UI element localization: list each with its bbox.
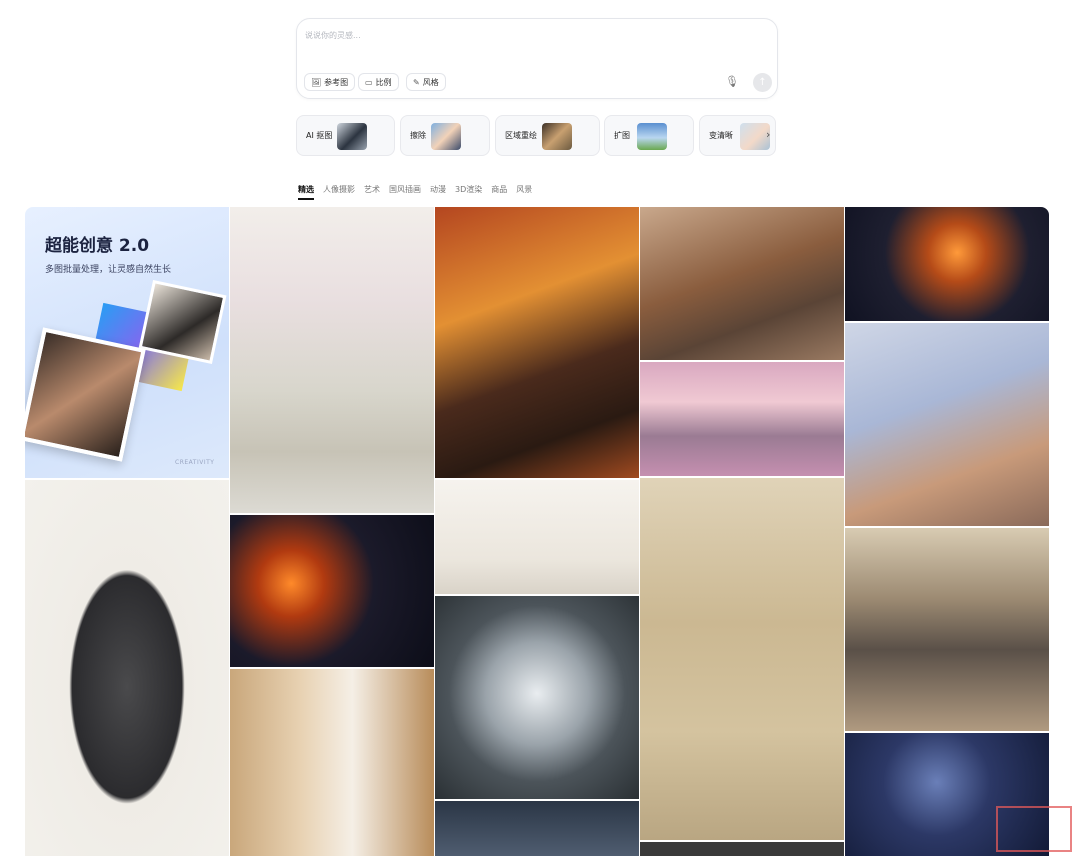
arrow-up-icon: ↑: [758, 77, 767, 88]
gallery-image-glass-city[interactable]: [435, 596, 639, 799]
chevron-right-icon[interactable]: ›: [766, 128, 770, 141]
gallery-image-art-studio[interactable]: [845, 323, 1049, 526]
gallery-image-rabbit[interactable]: [640, 478, 844, 840]
feature-label: 擦除: [410, 131, 426, 140]
prompt-box[interactable]: 说说你的灵感... 🖼 参考图 ▭ 比例 ✎ 风格 🎙 ↑: [296, 18, 778, 99]
feature-thumbnail: [337, 123, 367, 150]
microphone-icon[interactable]: 🎙: [725, 75, 739, 88]
gallery-image-robot[interactable]: [845, 207, 1049, 321]
tab-product[interactable]: 商品: [491, 184, 507, 195]
promo-title: 超能创意 2.0: [45, 236, 150, 256]
image-icon: 🖼: [311, 77, 322, 87]
tab-3d-render[interactable]: 3D渲染: [455, 184, 482, 195]
tab-portrait[interactable]: 人像摄影: [323, 184, 355, 195]
feature-thumbnail: [431, 123, 461, 150]
reference-image-label: 参考图: [324, 77, 349, 87]
feature-erase[interactable]: 擦除: [400, 115, 490, 156]
gallery-image-deer[interactable]: [230, 207, 434, 513]
feature-row: AI 抠图 擦除 区域重绘 扩图 变清晰: [296, 115, 776, 156]
promo-brand: CREATIVITY: [175, 459, 215, 466]
gallery-image-partial[interactable]: [640, 842, 844, 856]
gallery-image-boat[interactable]: [435, 480, 639, 594]
promo-card-photo: [25, 327, 146, 462]
gallery-image-ox[interactable]: [25, 480, 229, 856]
gallery-image-storm[interactable]: [435, 801, 639, 856]
ratio-label: 比例: [375, 77, 392, 87]
tab-featured[interactable]: 精选: [298, 184, 314, 200]
brush-icon: ✎: [413, 77, 420, 87]
send-button[interactable]: ↑: [753, 73, 772, 92]
feature-inpaint[interactable]: 区域重绘: [495, 115, 600, 156]
feature-label: 区域重绘: [505, 131, 537, 140]
style-label: 风格: [422, 77, 439, 87]
feature-enhance[interactable]: 变清晰: [699, 115, 776, 156]
gallery-image-clay-town[interactable]: [640, 207, 844, 360]
feature-thumbnail: [637, 123, 667, 150]
tab-anime[interactable]: 动漫: [430, 184, 446, 195]
feature-label: 扩图: [614, 131, 630, 140]
feature-thumbnail: [542, 123, 572, 150]
gallery-image-sakura-train[interactable]: [640, 362, 844, 476]
style-button[interactable]: ✎ 风格: [406, 73, 446, 91]
promo-card-portrait: [138, 279, 227, 365]
ratio-icon: ▭: [365, 77, 373, 87]
feature-ai-cutout[interactable]: AI 抠图: [296, 115, 395, 156]
prompt-input[interactable]: 说说你的灵感...: [305, 30, 361, 41]
ratio-button[interactable]: ▭ 比例: [358, 73, 399, 91]
category-tabs: 精选 人像摄影 艺术 国风插画 动漫 3D渲染 商品 风景: [298, 184, 541, 200]
feature-outpaint[interactable]: 扩图: [604, 115, 694, 156]
gallery-image-dog-child[interactable]: [230, 669, 434, 856]
gallery-image-space-battle[interactable]: [230, 515, 434, 667]
gallery-image-monk[interactable]: [435, 207, 639, 478]
gallery-image-train-station[interactable]: [845, 528, 1049, 731]
watermark-stamp: [996, 806, 1072, 852]
feature-label: 变清晰: [709, 131, 733, 140]
tab-landscape[interactable]: 风景: [516, 184, 532, 195]
feature-label: AI 抠图: [306, 131, 333, 140]
tab-chinese-illustration[interactable]: 国风插画: [389, 184, 421, 195]
promo-banner[interactable]: 超能创意 2.0 多图批量处理，让灵感自然生长 CREATIVITY: [25, 207, 229, 478]
reference-image-button[interactable]: 🖼 参考图: [304, 73, 356, 91]
promo-subtitle: 多图批量处理，让灵感自然生长: [45, 265, 172, 275]
tab-art[interactable]: 艺术: [364, 184, 380, 195]
image-gallery: 超能创意 2.0 多图批量处理，让灵感自然生长 CREATIVITY: [25, 207, 1049, 856]
